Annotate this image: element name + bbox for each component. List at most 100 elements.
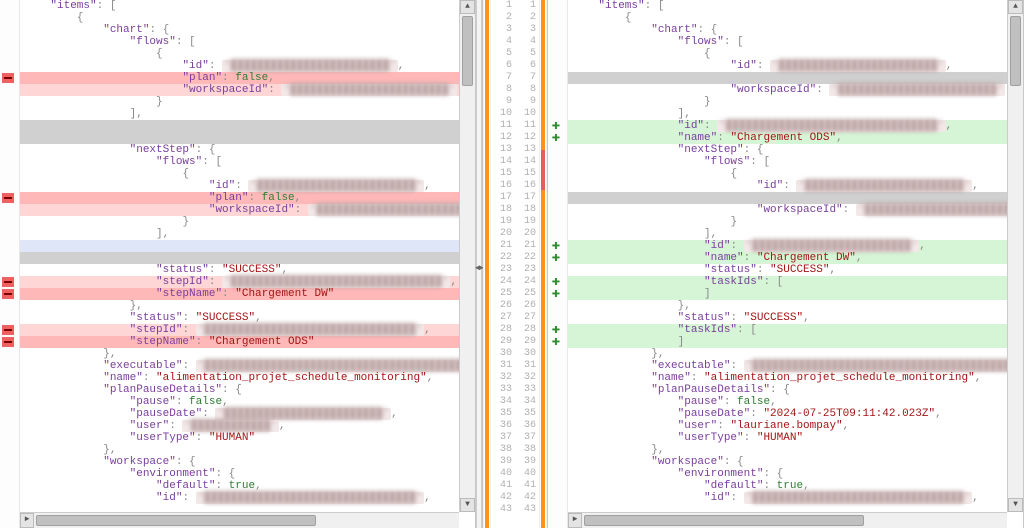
code-line[interactable]: { bbox=[20, 168, 475, 180]
code-line[interactable]: "status": "SUCCESS", bbox=[568, 312, 1023, 324]
code-line[interactable]: ], bbox=[20, 108, 475, 120]
left-overview-ruler[interactable] bbox=[483, 0, 491, 528]
code-line[interactable]: "plan": false, bbox=[20, 192, 475, 204]
add-marker-icon[interactable]: ✚ bbox=[550, 289, 562, 299]
scroll-down-icon[interactable]: ▼ bbox=[1008, 498, 1023, 512]
code-line[interactable]: "workspace": { bbox=[20, 456, 475, 468]
scroll-thumb[interactable] bbox=[462, 16, 473, 86]
code-line[interactable]: "flows": [ bbox=[568, 36, 1023, 48]
code-line[interactable]: "nextStep": { bbox=[568, 144, 1023, 156]
code-line[interactable]: "user": "████████████", bbox=[20, 420, 475, 432]
code-line[interactable]: } bbox=[20, 96, 475, 108]
code-line[interactable]: "stepId": "█████████████████████████████… bbox=[20, 276, 475, 288]
code-line[interactable]: "status": "SUCCESS", bbox=[20, 312, 475, 324]
code-line[interactable]: } bbox=[568, 216, 1023, 228]
code-line[interactable]: "workspaceId": "████████████████████████… bbox=[568, 204, 1023, 216]
add-marker-icon[interactable]: ✚ bbox=[550, 133, 562, 143]
code-line[interactable]: "flows": [ bbox=[20, 156, 475, 168]
code-line[interactable]: { bbox=[568, 48, 1023, 60]
code-line[interactable]: "workspace": { bbox=[568, 456, 1023, 468]
code-line[interactable] bbox=[20, 120, 475, 132]
code-line[interactable]: "items": [ bbox=[568, 0, 1023, 12]
code-line[interactable]: "name": "alimentation_projet_schedule_mo… bbox=[568, 372, 1023, 384]
code-line[interactable]: ], bbox=[568, 228, 1023, 240]
delete-marker-icon[interactable] bbox=[2, 325, 14, 335]
code-line[interactable]: "id": "████████████████████████", bbox=[20, 180, 475, 192]
left-vertical-scrollbar[interactable]: ▲ ▼ bbox=[459, 0, 475, 512]
code-line[interactable] bbox=[568, 192, 1023, 204]
code-line[interactable]: "nextStep": { bbox=[20, 144, 475, 156]
code-line[interactable]: "workspaceId": "████████████████████████… bbox=[20, 84, 475, 96]
code-line[interactable]: "taskIds": [ bbox=[568, 324, 1023, 336]
code-line[interactable]: "workspaceId": "████████████████████████… bbox=[568, 84, 1023, 96]
scroll-thumb[interactable] bbox=[36, 515, 316, 526]
code-line[interactable]: "userType": "HUMAN" bbox=[568, 432, 1023, 444]
code-line[interactable]: "planPauseDetails": { bbox=[20, 384, 475, 396]
delete-marker-icon[interactable] bbox=[2, 277, 14, 287]
pane-splitter[interactable] bbox=[476, 0, 482, 528]
code-line[interactable]: { bbox=[20, 48, 475, 60]
add-marker-icon[interactable]: ✚ bbox=[550, 337, 562, 347]
right-overview-ruler[interactable] bbox=[539, 0, 547, 528]
code-line[interactable]: "pauseDate": "2024-07-25T09:11:42.023Z", bbox=[568, 408, 1023, 420]
scroll-up-icon[interactable]: ▲ bbox=[1008, 0, 1023, 14]
code-line[interactable]: ], bbox=[568, 108, 1023, 120]
code-line[interactable]: }, bbox=[20, 444, 475, 456]
code-line[interactable]: "plan": false, bbox=[20, 72, 475, 84]
add-marker-icon[interactable]: ✚ bbox=[550, 253, 562, 263]
delete-marker-icon[interactable] bbox=[2, 193, 14, 203]
code-line[interactable]: "status": "SUCCESS", bbox=[568, 264, 1023, 276]
right-vertical-scrollbar[interactable]: ▲ ▼ bbox=[1007, 0, 1023, 512]
code-line[interactable]: "id": "████████████████████████████████"… bbox=[20, 492, 475, 504]
delete-marker-icon[interactable] bbox=[2, 73, 14, 83]
code-line[interactable]: { bbox=[568, 12, 1023, 24]
code-line[interactable] bbox=[20, 240, 475, 252]
delete-marker-icon[interactable] bbox=[2, 289, 14, 299]
code-line[interactable]: "id": "████████████████████████", bbox=[568, 240, 1023, 252]
code-line[interactable]: "workspaceId": "████████████████████████… bbox=[20, 204, 475, 216]
code-line[interactable]: } bbox=[568, 96, 1023, 108]
code-line[interactable]: }, bbox=[20, 348, 475, 360]
delete-marker-icon[interactable] bbox=[2, 337, 14, 347]
code-line[interactable]: "name": "Chargement DW", bbox=[568, 252, 1023, 264]
left-code-area[interactable]: "items": [ { "chart": { "flows": [ { "id… bbox=[20, 0, 475, 528]
code-line[interactable]: "user": "lauriane.bompay", bbox=[568, 420, 1023, 432]
code-line[interactable]: { bbox=[568, 168, 1023, 180]
scroll-thumb[interactable] bbox=[584, 515, 864, 526]
code-line[interactable]: "default": true, bbox=[568, 480, 1023, 492]
code-line[interactable]: }, bbox=[20, 300, 475, 312]
right-horizontal-scrollbar[interactable]: ◄ ► bbox=[568, 512, 1007, 528]
code-line[interactable] bbox=[20, 132, 475, 144]
code-line[interactable]: "pause": false, bbox=[568, 396, 1023, 408]
code-line[interactable]: "flows": [ bbox=[20, 36, 475, 48]
code-line[interactable]: "userType": "HUMAN" bbox=[20, 432, 475, 444]
code-line[interactable]: "items": [ bbox=[20, 0, 475, 12]
scroll-up-icon[interactable]: ▲ bbox=[460, 0, 475, 14]
code-line[interactable]: "flows": [ bbox=[568, 156, 1023, 168]
code-line[interactable]: }, bbox=[568, 348, 1023, 360]
right-code-area[interactable]: "items": [ { "chart": { "flows": [ { "id… bbox=[568, 0, 1023, 528]
scroll-down-icon[interactable]: ▼ bbox=[460, 498, 475, 512]
code-line[interactable] bbox=[568, 72, 1023, 84]
code-line[interactable]: "name": "alimentation_projet_schedule_mo… bbox=[20, 372, 475, 384]
code-line[interactable]: "id": "████████████████████████", bbox=[568, 60, 1023, 72]
scroll-right-icon[interactable]: ► bbox=[20, 513, 34, 528]
code-line[interactable]: "taskIds": [ bbox=[568, 276, 1023, 288]
scroll-right-icon[interactable]: ► bbox=[568, 513, 582, 528]
code-line[interactable]: "name": "Chargement ODS", bbox=[568, 132, 1023, 144]
code-line[interactable]: ], bbox=[20, 228, 475, 240]
code-line[interactable]: "pause": false, bbox=[20, 396, 475, 408]
code-line[interactable]: "environment": { bbox=[20, 468, 475, 480]
code-line[interactable]: "status": "SUCCESS", bbox=[20, 264, 475, 276]
code-line[interactable]: "executable": "█████████████████████████… bbox=[20, 360, 475, 372]
code-line[interactable]: "pauseDate": "████████████████████████", bbox=[20, 408, 475, 420]
code-line[interactable]: ] bbox=[568, 288, 1023, 300]
code-line[interactable]: "id": "████████████████████████", bbox=[568, 180, 1023, 192]
code-line[interactable]: "stepId": "█████████████████████████████… bbox=[20, 324, 475, 336]
code-line[interactable]: } bbox=[20, 216, 475, 228]
code-line[interactable] bbox=[20, 252, 475, 264]
code-line[interactable]: { bbox=[20, 12, 475, 24]
code-line[interactable]: "id": "████████████████████████", bbox=[20, 60, 475, 72]
code-line[interactable]: "default": true, bbox=[20, 480, 475, 492]
scroll-thumb[interactable] bbox=[1010, 16, 1021, 86]
